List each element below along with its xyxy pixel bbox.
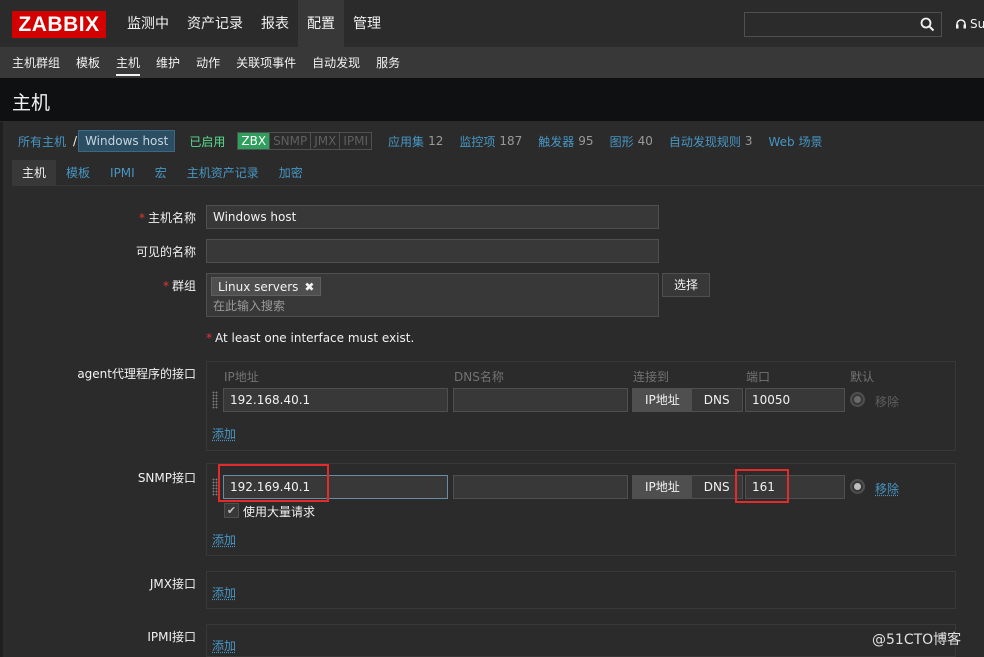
watermark: @51CTO博客	[872, 632, 962, 648]
agent-port-input[interactable]: 10050	[745, 388, 845, 412]
jmx-interface-label: JMX接口	[149, 577, 196, 591]
top-bar: ZABBIX 监测中 资产记录 报表 配置 管理 Su	[0, 0, 984, 48]
host-name-input[interactable]: Windows host	[206, 205, 659, 229]
select-groups-button[interactable]: 选择	[662, 273, 710, 297]
agent-connect-ip-button[interactable]: IP地址	[633, 389, 692, 411]
submenu-hosts[interactable]: 主机	[108, 48, 148, 78]
menu-inventory[interactable]: 资产记录	[178, 0, 252, 48]
page-header: 主机	[0, 78, 984, 122]
snmp-connect-toggle: IP地址 DNS	[632, 475, 743, 499]
tab-encryption[interactable]: 加密	[269, 160, 313, 185]
link-applications[interactable]: 应用集	[372, 133, 424, 150]
count-applications: 12	[428, 134, 444, 148]
agent-default-radio[interactable]	[850, 392, 865, 407]
breadcrumb-current-host[interactable]: Windows host	[78, 130, 176, 152]
agent-connect-dns-button[interactable]: DNS	[692, 389, 742, 411]
agent-dns-input[interactable]	[453, 388, 628, 412]
jmx-add-link[interactable]: 添加	[212, 584, 236, 601]
link-discovery-rules[interactable]: 自动发现规则	[653, 133, 741, 150]
snmp-default-radio[interactable]	[850, 479, 865, 494]
snmp-connect-ip-button[interactable]: IP地址	[633, 476, 692, 498]
submenu-discovery[interactable]: 自动发现	[304, 48, 368, 78]
form-tabs: 主机 模板 IPMI 宏 主机资产记录 加密	[12, 160, 984, 186]
col-connect-header: 连接到	[633, 370, 670, 384]
ipmi-interface-box	[206, 624, 956, 657]
col-default-header: 默认	[850, 370, 875, 384]
snmp-dns-input[interactable]	[453, 475, 628, 499]
support-link[interactable]: Su	[955, 17, 984, 31]
availability-indicators: ZBX SNMP JMX IPMI	[237, 132, 373, 150]
tab-macros[interactable]: 宏	[145, 160, 177, 185]
group-search-placeholder[interactable]: 在此输入搜索	[213, 297, 285, 314]
availability-zbx: ZBX	[238, 133, 271, 149]
main-menu: 监测中 资产记录 报表 配置 管理	[118, 0, 390, 48]
search-input[interactable]	[744, 12, 942, 37]
visible-name-input[interactable]	[206, 239, 659, 263]
breadcrumb-all-hosts[interactable]: 所有主机	[12, 133, 72, 150]
zabbix-logo[interactable]: ZABBIX	[12, 11, 106, 38]
submenu-services[interactable]: 服务	[368, 48, 408, 78]
headset-icon	[956, 19, 966, 29]
agent-connect-toggle: IP地址 DNS	[632, 388, 743, 412]
availability-ipmi: IPMI	[343, 134, 369, 148]
snmp-remove-link[interactable]: 移除	[875, 480, 899, 497]
group-chip-label: Linux servers	[218, 279, 299, 294]
highlight-box	[218, 464, 329, 502]
tab-host[interactable]: 主机	[12, 160, 57, 185]
link-graphs[interactable]: 图形	[594, 133, 634, 150]
host-name-label: * 主机名称	[138, 211, 196, 225]
sub-menu: 主机群组 模板 主机 维护 动作 关联项事件 自动发现 服务	[0, 48, 984, 78]
page-title: 主机	[12, 92, 51, 114]
col-dns-header: DNS名称	[454, 370, 504, 384]
groups-multiselect[interactable]: Linux servers ✖ 在此输入搜索	[206, 273, 659, 317]
tab-ipmi[interactable]: IPMI	[100, 160, 145, 185]
agent-ip-input[interactable]: 192.168.40.1	[223, 388, 448, 412]
link-items[interactable]: 监控项	[443, 133, 495, 150]
snmp-add-link[interactable]: 添加	[212, 531, 236, 548]
col-port-header: 端口	[746, 370, 771, 384]
agent-remove-link: 移除	[875, 395, 900, 409]
menu-administration[interactable]: 管理	[344, 0, 390, 48]
menu-reports[interactable]: 报表	[252, 0, 298, 48]
bulk-requests-checkbox[interactable]: ✔	[224, 503, 239, 518]
submenu-templates[interactable]: 模板	[68, 48, 108, 78]
availability-jmx: JMX	[311, 133, 341, 149]
count-triggers: 95	[578, 134, 594, 148]
group-chip: Linux servers ✖	[211, 277, 322, 296]
link-web-scenarios[interactable]: Web 场景	[753, 133, 823, 150]
tab-inventory[interactable]: 主机资产记录	[177, 160, 269, 185]
availability-snmp: SNMP	[270, 133, 312, 149]
count-discovery-rules: 3	[744, 134, 753, 148]
search-icon[interactable]	[920, 17, 935, 32]
submenu-correlation[interactable]: 关联项事件	[228, 48, 304, 78]
count-graphs: 40	[637, 134, 653, 148]
breadcrumb: 所有主机 / Windows host 已启用 ZBX SNMP JMX IPM…	[12, 128, 823, 154]
remove-chip-icon[interactable]: ✖	[304, 280, 314, 294]
tab-templates[interactable]: 模板	[56, 160, 100, 185]
jmx-interface-box	[206, 571, 956, 609]
submenu-maintenance[interactable]: 维护	[148, 48, 188, 78]
groups-label: * 群组	[162, 279, 196, 293]
menu-configuration[interactable]: 配置	[298, 0, 344, 48]
count-items: 187	[499, 134, 523, 148]
ipmi-interface-label: IPMI接口	[147, 630, 196, 644]
interface-required-note: * At least one interface must exist.	[206, 331, 415, 345]
col-ip-header: IP地址	[224, 370, 259, 384]
snmp-interface-label: SNMP接口	[137, 471, 196, 485]
agent-add-link[interactable]: 添加	[212, 425, 236, 442]
status-enabled[interactable]: 已启用	[175, 133, 237, 150]
agent-interface-label: agent代理程序的接口	[77, 367, 196, 381]
menu-monitoring[interactable]: 监测中	[118, 0, 178, 48]
support-label: Su	[970, 17, 984, 31]
drag-handle-icon[interactable]	[212, 391, 218, 409]
submenu-host-groups[interactable]: 主机群组	[4, 48, 68, 78]
ipmi-add-link[interactable]: 添加	[212, 637, 236, 654]
link-triggers[interactable]: 触发器	[522, 133, 574, 150]
bulk-requests-label: 使用大量请求	[243, 505, 316, 519]
highlight-box	[735, 469, 789, 503]
visible-name-label: 可见的名称	[135, 245, 196, 259]
submenu-actions[interactable]: 动作	[188, 48, 228, 78]
